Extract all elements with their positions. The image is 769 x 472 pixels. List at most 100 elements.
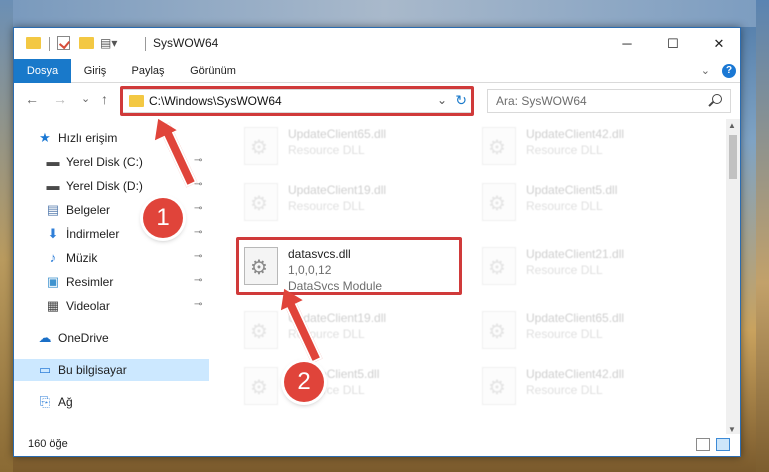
sidebar-item[interactable]: ▦ Videolar ⊸ [14,295,209,317]
computer-icon: ▭ [38,362,52,377]
quick-access-toolbar-icon[interactable]: ▤▾ [100,36,117,52]
file-name: UpdateClient21.dll [526,247,625,261]
pin-icon[interactable]: ⊸ [194,251,202,262]
sidebar-item[interactable]: ▭ Bu bilgisayar [14,359,209,381]
sidebar-item-label: Ağ [58,395,73,409]
status-bar: 160 öğe [14,434,740,456]
pin-icon[interactable]: ⊸ [194,299,202,310]
sidebar-item-label: Bu bilgisayar [58,363,127,377]
file-description: Resource DLL [526,143,603,157]
expand-ribbon-icon[interactable]: ⌄ [701,64,710,77]
file-description: Resource DLL [288,199,365,213]
sidebar-item-label: Yerel Disk (D:) [66,179,143,193]
forward-button[interactable]: → [53,91,67,107]
star-icon: ★ [39,130,51,145]
step-2-callout: 2 [284,362,324,402]
file-item[interactable]: UpdateClient42.dll Resource DLL [476,121,696,171]
pin-icon[interactable]: ⊸ [194,275,202,286]
address-highlight-box [120,86,474,116]
item-count: 160 öğe [28,438,68,450]
music-icon: ♪ [49,250,57,265]
file-name: UpdateClient42.dll [526,127,625,141]
search-placeholder: Ara: SysWOW64 [496,94,587,108]
sidebar-item-label: Resimler [66,275,114,289]
file-description: Resource DLL [526,383,603,397]
dll-file-icon [244,367,278,405]
file-item[interactable]: UpdateClient21.dll Resource DLL [476,241,696,291]
new-folder-icon[interactable] [79,37,94,49]
file-item[interactable]: UpdateClient5.dllResource DLL [238,361,458,411]
documents-icon: ▤ [46,202,60,217]
maximize-button[interactable]: ☐ [650,28,696,59]
pin-icon[interactable]: ⊸ [194,155,202,166]
step-1-callout: 1 [143,198,183,238]
file-item[interactable]: UpdateClient65.dll Resource DLL [476,305,696,355]
file-item[interactable]: UpdateClient19.dllResource DLL [238,305,458,355]
file-name: UpdateClient65.dll [288,127,387,141]
desktop-background-right [756,0,769,472]
separator [49,37,50,51]
sidebar-item-label: Müzik [66,251,98,265]
vertical-scrollbar[interactable]: ▲ ▼ [726,119,740,436]
file-description: Resource DLL [526,199,603,213]
up-button[interactable]: ↑ [101,91,108,107]
desktop-background-left [0,0,13,472]
sidebar-item-label: Belgeler [66,203,111,217]
file-description: Resource DLL [526,263,603,277]
navigation-bar: ← → ⌄ ↑ C:\Windows\SysWOW64 ⌄ ↻ Ara: Sys… [14,83,740,119]
dll-file-icon [482,183,516,221]
file-item[interactable]: UpdateClient65.dll Resource DLL [238,121,458,171]
file-highlight-box [236,237,462,295]
search-box[interactable]: Ara: SysWOW64 [487,89,731,113]
dll-file-icon [482,127,516,165]
search-icon[interactable] [712,94,722,104]
tab-file[interactable]: Dosya [14,59,71,83]
file-description: Resource DLL [288,143,365,157]
ribbon-tabs: Dosya Giriş Paylaş Görünüm ⌄ ? [14,59,740,83]
tab-view[interactable]: Görünüm [180,59,246,83]
file-item[interactable]: UpdateClient19.dll Resource DLL [238,177,458,227]
sidebar-item[interactable]: ▣ Resimler ⊸ [14,271,209,293]
file-name: UpdateClient19.dll [288,183,387,197]
recent-locations-button[interactable]: ⌄ [81,92,90,105]
dll-file-icon [482,311,516,349]
folder-icon [26,37,41,49]
sidebar-item-label: Hızlı erişim [58,131,118,145]
sidebar-item-label: Videolar [66,299,110,313]
scroll-up-icon[interactable]: ▲ [728,121,736,130]
pin-icon[interactable]: ⊸ [194,227,202,238]
sidebar-item[interactable]: ▬ Yerel Disk (D:) ⊸ [14,175,209,197]
scrollbar-thumb[interactable] [729,135,737,179]
download-icon: ⬇ [47,226,59,241]
details-view-button[interactable] [696,438,710,451]
properties-icon[interactable] [57,36,70,50]
network-icon: ⎘ [39,394,51,409]
drive-icon: ▬ [46,154,60,169]
sidebar-item[interactable]: ♪ Müzik ⊸ [14,247,209,269]
desktop-background-top [0,0,769,27]
file-item[interactable]: UpdateClient5.dllResource DLL [476,177,696,227]
pictures-icon: ▣ [46,274,60,289]
sidebar-item-label: OneDrive [58,331,109,345]
tab-home[interactable]: Giriş [72,59,118,83]
sidebar-item-label: İndirmeler [66,227,120,241]
file-name: UpdateClient42.dll [526,367,625,381]
close-button[interactable]: ✕ [696,28,742,59]
dll-file-icon [482,247,516,285]
tiles-view-button[interactable] [716,438,730,451]
title-bar: ▤▾ SysWOW64 ─ ☐ ✕ [14,28,740,59]
file-item[interactable]: UpdateClient42.dll Resource DLL [476,361,696,411]
scroll-down-icon[interactable]: ▼ [728,425,736,434]
file-name: UpdateClient65.dll [526,311,625,325]
sidebar-item-label: Yerel Disk (C:) [66,155,143,169]
dll-file-icon [244,311,278,349]
minimize-button[interactable]: ─ [604,28,650,59]
back-button[interactable]: ← [25,91,39,107]
help-icon[interactable]: ? [722,64,736,78]
file-explorer-window: ▤▾ SysWOW64 ─ ☐ ✕ Dosya Giriş Paylaş Gör… [13,27,741,457]
tab-share[interactable]: Paylaş [120,59,176,83]
window-title: SysWOW64 [153,36,219,50]
sidebar-item[interactable]: ⎘ Ağ [14,391,209,413]
sidebar-item[interactable]: ☁ OneDrive [14,327,209,349]
pin-icon[interactable]: ⊸ [194,203,202,214]
